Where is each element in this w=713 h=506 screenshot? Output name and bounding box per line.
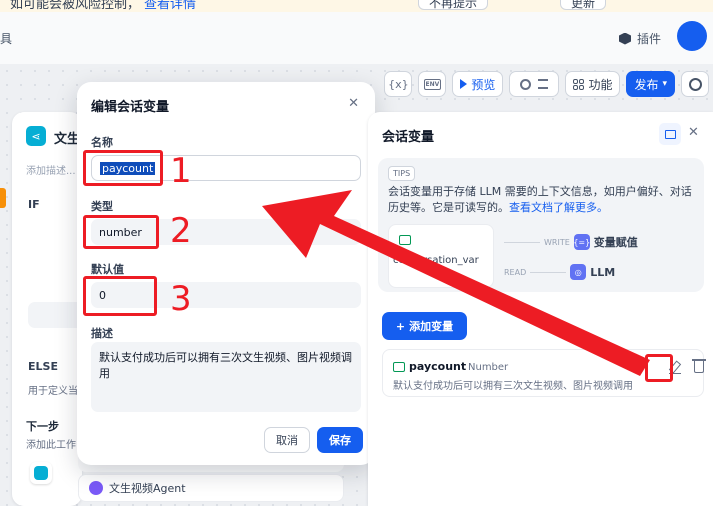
arrow-shape (262, 190, 650, 376)
annotation-arrow (262, 190, 650, 376)
